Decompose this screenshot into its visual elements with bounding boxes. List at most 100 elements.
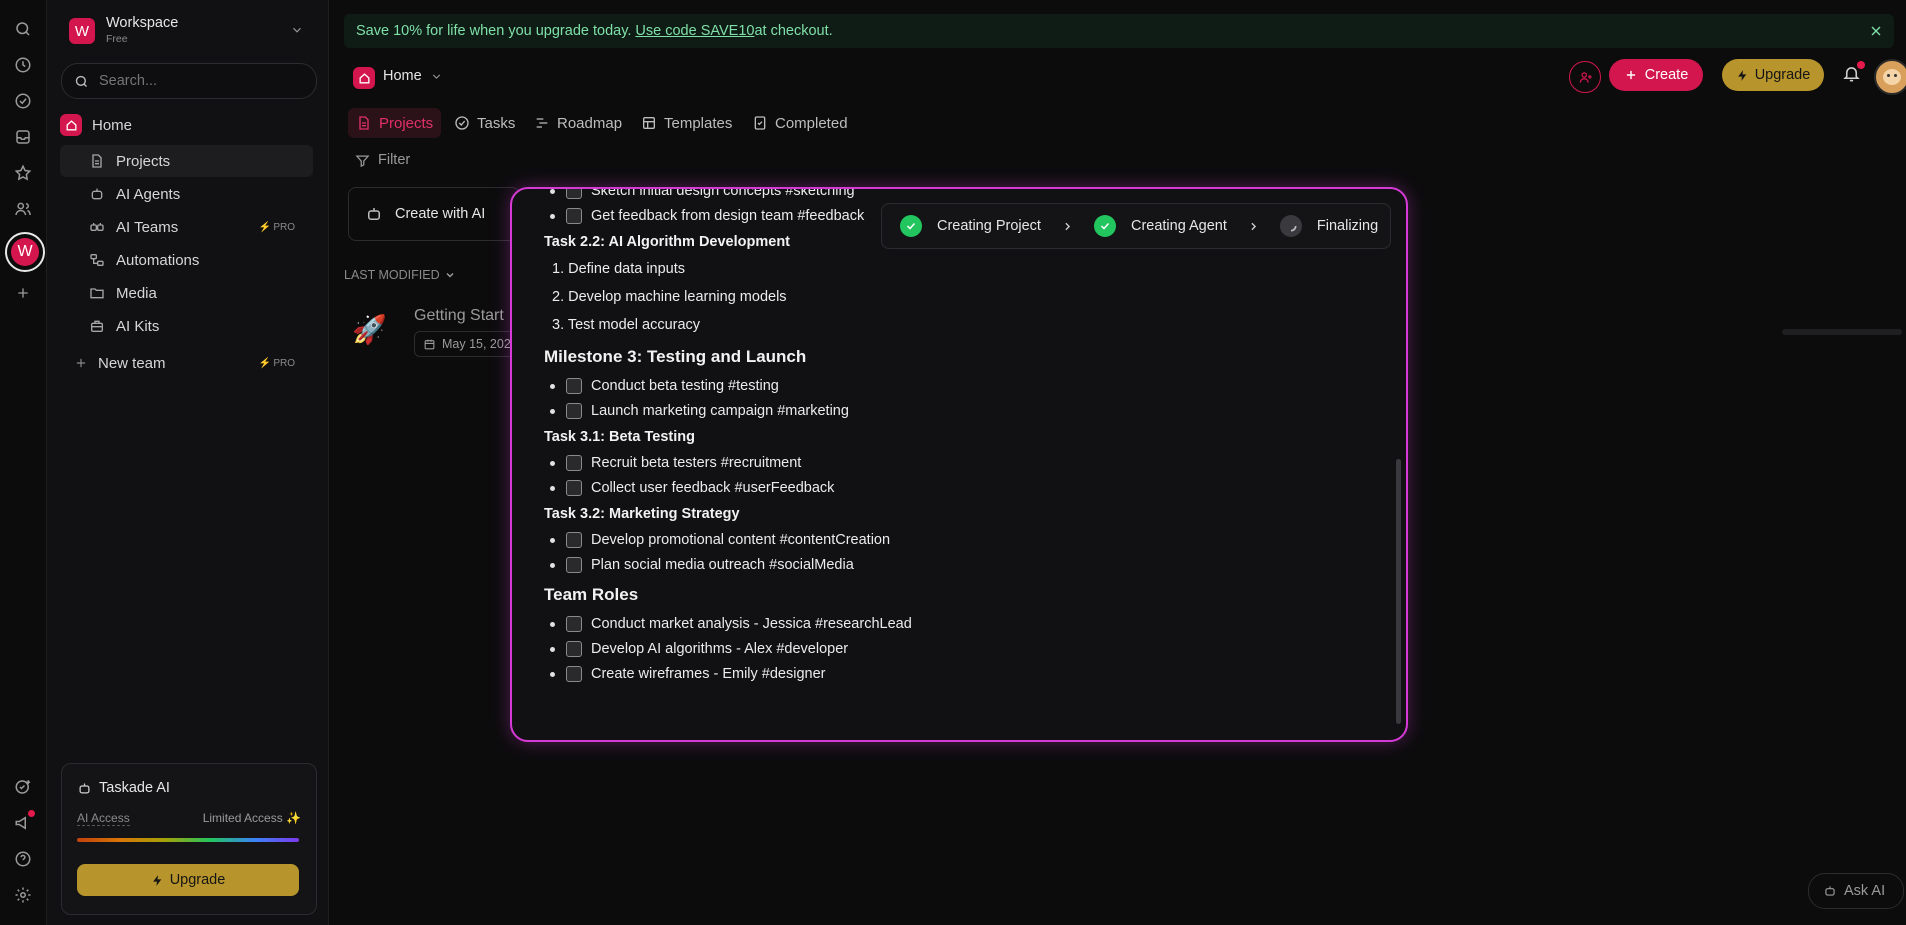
sidebar-item-label: Projects <box>116 152 171 170</box>
ask-ai-button[interactable]: Ask AI <box>1808 873 1904 909</box>
tab-label: Completed <box>775 114 848 132</box>
checkbox[interactable] <box>566 665 582 682</box>
ai-card-title: Taskade AI <box>99 780 170 796</box>
workspace-name[interactable]: Workspace <box>106 15 178 31</box>
inbox-icon[interactable] <box>12 126 34 148</box>
promo-banner: Save 10% for life when you upgrade today… <box>344 14 1894 48</box>
add-task-icon[interactable] <box>12 776 34 798</box>
sort-last-modified[interactable]: LAST MODIFIED <box>344 268 456 282</box>
robot-icon <box>88 185 106 203</box>
document-icon <box>359 116 369 130</box>
breadcrumb[interactable]: Home <box>383 68 443 84</box>
rocket-icon: 🚀 <box>352 314 387 345</box>
kit-icon <box>88 317 106 335</box>
megaphone-icon[interactable] <box>12 810 35 834</box>
checkbox[interactable] <box>566 189 582 199</box>
sidebar-item-label: Automations <box>116 251 200 269</box>
header-upgrade-button[interactable]: Upgrade <box>1722 59 1824 91</box>
ordered-item: 1. Define data inputs <box>552 261 686 277</box>
search-input[interactable] <box>97 72 301 90</box>
sidebar-item-home[interactable]: Home <box>57 109 313 141</box>
create-button[interactable]: Create <box>1609 59 1703 91</box>
tab-label: Projects <box>379 114 434 132</box>
check-circle-icon <box>455 116 469 130</box>
star-icon[interactable] <box>12 162 34 184</box>
ordered-item: 2. Develop machine learning models <box>552 289 787 305</box>
list-item: Sketch initial design concepts #sketchin… <box>544 187 1344 203</box>
checkbox[interactable] <box>566 402 582 419</box>
document-icon <box>88 152 106 170</box>
tab-label: Templates <box>664 114 733 132</box>
item-text: Plan social media outreach #socialMedia <box>591 556 854 573</box>
plus-icon <box>1624 68 1638 82</box>
sidebar-item-projects[interactable]: Projects <box>60 145 313 177</box>
filter-label: Filter <box>378 152 411 168</box>
robot-icon <box>77 781 92 796</box>
plus-icon[interactable] <box>12 282 34 304</box>
item-text: Recruit beta testers #recruitment <box>591 454 802 471</box>
people-icon[interactable] <box>12 198 34 220</box>
checkbox[interactable] <box>566 479 582 496</box>
workspace-initial: W <box>11 238 39 266</box>
new-team-button[interactable]: New team ⚡ PRO <box>60 347 313 379</box>
create-with-ai-card[interactable]: Create with AI <box>348 187 520 241</box>
filter-button[interactable]: Filter <box>355 152 410 168</box>
banner-code-link[interactable]: Use code SAVE10 <box>635 23 754 39</box>
create-with-ai-label: Create with AI <box>395 206 486 222</box>
sidebar-item-automations[interactable]: Automations <box>60 244 313 276</box>
roles-heading: Team Roles <box>544 585 639 604</box>
check-circle-icon[interactable] <box>12 90 34 112</box>
upgrade-label: Upgrade <box>1754 67 1811 83</box>
checkbox[interactable] <box>566 454 582 471</box>
project-title[interactable]: Getting Start <box>414 307 504 325</box>
chevron-down-icon[interactable] <box>290 23 304 37</box>
chevron-right-icon <box>1247 220 1260 233</box>
checkbox[interactable] <box>566 640 582 657</box>
list-item: Launch marketing campaign #marketing <box>544 398 1344 423</box>
close-icon[interactable] <box>1868 23 1884 39</box>
chevron-down-icon <box>430 70 443 83</box>
sidebar-item-ai-agents[interactable]: AI Agents <box>60 178 313 210</box>
checkbox[interactable] <box>566 531 582 548</box>
sidebar: W Workspace Free Home Projects AI Agents… <box>47 0 329 925</box>
invite-user-button[interactable] <box>1569 61 1601 93</box>
search-field[interactable] <box>61 63 317 99</box>
tab-label: Roadmap <box>557 114 623 132</box>
upgrade-button[interactable]: Upgrade <box>77 864 299 896</box>
sidebar-item-media[interactable]: Media <box>60 277 313 309</box>
search-icon[interactable] <box>12 18 34 40</box>
ordered-item: 3. Test model accuracy <box>552 317 701 333</box>
tab-templates[interactable]: Templates <box>633 108 740 138</box>
workspace-avatar-active[interactable]: W <box>5 232 45 272</box>
clock-icon[interactable] <box>12 54 34 76</box>
checkbox[interactable] <box>566 615 582 632</box>
checkbox[interactable] <box>566 556 582 573</box>
sidebar-item-label: Home <box>92 116 133 134</box>
list-item: Collect user feedback #userFeedback <box>544 475 1344 500</box>
tab-tasks[interactable]: Tasks <box>446 108 523 138</box>
chevron-down-icon <box>446 272 454 278</box>
generated-document: Sketch initial design concepts #sketchin… <box>544 187 1344 686</box>
tab-completed[interactable]: Completed <box>744 108 856 138</box>
home-icon <box>353 67 375 89</box>
checkbox[interactable] <box>566 377 582 394</box>
gear-icon[interactable] <box>12 884 34 906</box>
tab-projects[interactable]: Projects <box>348 108 442 138</box>
help-icon[interactable] <box>12 848 34 870</box>
team-icon <box>88 218 106 236</box>
sidebar-item-ai-kits[interactable]: AI Kits <box>60 310 313 342</box>
scrollbar[interactable] <box>1396 459 1401 724</box>
upgrade-label: Upgrade <box>169 872 226 888</box>
bell-icon[interactable] <box>1842 61 1865 83</box>
task-heading: Task 3.1: Beta Testing <box>544 429 695 445</box>
workspace-plan: Free <box>106 33 128 45</box>
checkbox[interactable] <box>566 207 582 224</box>
ask-ai-label: Ask AI <box>1844 883 1886 899</box>
sidebar-item-ai-teams[interactable]: AI Teams ⚡ PRO <box>60 211 313 243</box>
item-text: Sketch initial design concepts #sketchin… <box>591 187 855 199</box>
check-icon <box>900 215 922 237</box>
tab-roadmap[interactable]: Roadmap <box>526 108 630 138</box>
avatar[interactable] <box>1874 59 1906 95</box>
lightning-icon <box>1736 69 1749 82</box>
project-date-label: May 15, 202 <box>442 337 511 351</box>
